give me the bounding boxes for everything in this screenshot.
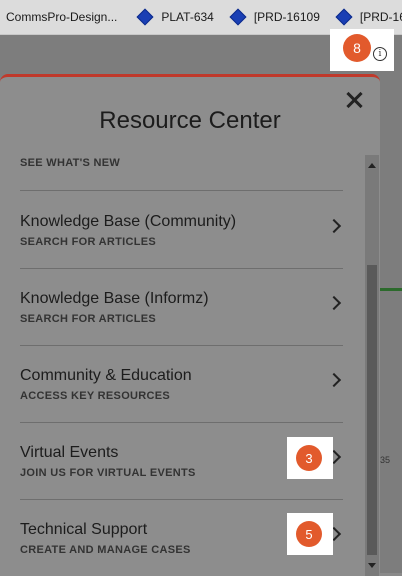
list-item-whats-new-subtitle[interactable]: SEE WHAT'S NEW <box>20 157 120 169</box>
bookmark-label: [PRD-16109 <box>253 10 320 24</box>
jira-diamond-icon <box>229 8 247 26</box>
item-subtitle: ACCESS KEY RESOURCES <box>20 390 171 402</box>
jira-diamond-icon <box>335 8 353 26</box>
item-title: Knowledge Base (Community) <box>20 213 237 230</box>
notification-count-badge[interactable]: 8 <box>343 34 371 62</box>
bookmark-label: [PRD-1650 <box>359 10 402 24</box>
item-title: Technical Support <box>20 521 148 538</box>
scrollbar[interactable] <box>365 155 379 576</box>
list-item-knowledge-base-community[interactable]: Knowledge Base (Community) SEARCH FOR AR… <box>20 191 343 269</box>
bookmark-label: PLAT-634 <box>161 10 214 24</box>
item-subtitle: SEARCH FOR ARTICLES <box>20 236 157 248</box>
chevron-right-icon <box>326 372 342 388</box>
scroll-down-arrow-icon[interactable] <box>368 563 376 568</box>
bookmark-prd-16109[interactable]: [PRD-16109 <box>229 8 320 26</box>
close-icon[interactable] <box>343 89 365 111</box>
panel-title: Resource Center <box>99 107 281 134</box>
bookmark-prd-1650[interactable]: [PRD-1650 <box>335 8 402 26</box>
chevron-right-icon <box>326 295 342 311</box>
info-icon[interactable]: i <box>373 47 387 61</box>
scrollbar-thumb[interactable] <box>367 265 377 555</box>
technical-support-count-badge[interactable]: 5 <box>296 521 322 547</box>
item-title: Community & Education <box>20 367 192 384</box>
page-chart-line <box>378 288 402 291</box>
item-title: Virtual Events <box>20 444 119 461</box>
item-subtitle: SEARCH FOR ARTICLES <box>20 313 157 325</box>
item-subtitle: CREATE AND MANAGE CASES <box>20 544 191 556</box>
chevron-right-icon <box>326 218 342 234</box>
virtual-events-count-badge[interactable]: 3 <box>296 445 322 471</box>
page-tick-label: 35 <box>380 455 391 465</box>
jira-diamond-icon <box>136 8 154 26</box>
item-title: Knowledge Base (Informz) <box>20 290 209 307</box>
bookmark-label: CommsPro-Design... <box>6 10 118 24</box>
resource-center-panel: Resource Center SEE WHAT'S NEW Knowledge… <box>0 74 380 576</box>
list-item-community-education[interactable]: Community & Education ACCESS KEY RESOURC… <box>20 345 343 423</box>
list-item-knowledge-base-informz[interactable]: Knowledge Base (Informz) SEARCH FOR ARTI… <box>20 268 343 346</box>
scroll-up-arrow-icon[interactable] <box>368 163 376 168</box>
item-subtitle: JOIN US FOR VIRTUAL EVENTS <box>20 467 196 479</box>
bookmark-commspro[interactable]: CommsPro-Design... <box>6 10 117 24</box>
bookmark-plat-634[interactable]: PLAT-634 <box>136 8 214 26</box>
